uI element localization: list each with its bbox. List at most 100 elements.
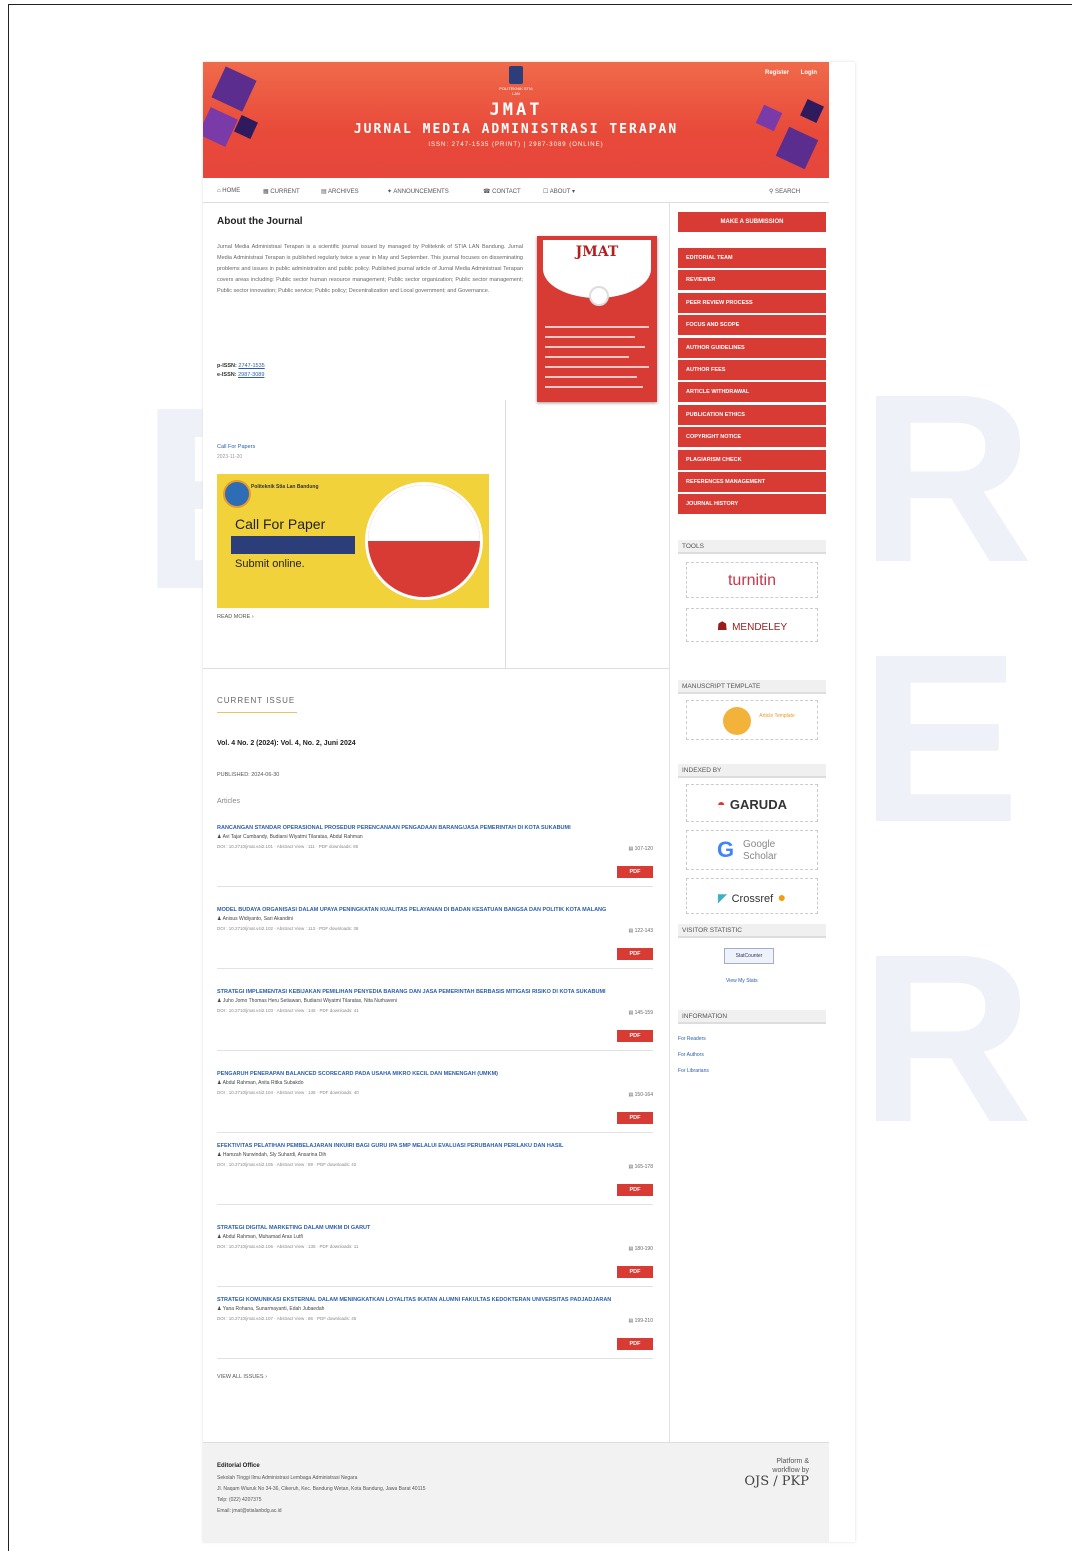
- footer-phone: Telp: (022) 4207375: [217, 1497, 262, 1503]
- sidebar-item-reviewer[interactable]: REVIEWER: [678, 270, 826, 291]
- issn-line: ISSN: 2747-1535 (PRINT) | 2987-3089 (ONL…: [428, 142, 604, 148]
- pdf-button[interactable]: PDF: [617, 948, 653, 960]
- pdf-button[interactable]: PDF: [617, 1030, 653, 1042]
- cover-line: [545, 386, 643, 388]
- turnitin-logo: turnitin: [727, 572, 777, 589]
- politeknik-logo: [223, 480, 251, 508]
- turnitin-badge[interactable]: turnitin: [686, 562, 818, 598]
- article-title[interactable]: PENGARUH PENERAPAN BALANCED SCORECARD PA…: [217, 1070, 653, 1078]
- article-authors: ♟ Abdul Rahman, Anita Ritka Subakdo: [217, 1080, 304, 1086]
- garuda-badge[interactable]: ◓ GARUDA: [686, 784, 818, 822]
- article-title[interactable]: STRATEGI IMPLEMENTASI KEBIJAKAN PEMILIHA…: [217, 988, 653, 996]
- view-stats-link[interactable]: View My Stats: [726, 978, 758, 984]
- article-authors: ♟ Hamzah Nurwindah, Sly Suhardi, Ansarin…: [217, 1152, 327, 1158]
- cover-title: JMAT: [575, 244, 619, 260]
- for-authors-link[interactable]: For Authors: [678, 1052, 704, 1058]
- pdf-button[interactable]: PDF: [617, 1184, 653, 1196]
- cover-line: [545, 376, 637, 378]
- sidebar-item-history[interactable]: JOURNAL HISTORY: [678, 494, 826, 515]
- heading-underline: [217, 712, 297, 713]
- current-issue-heading: CURRENT ISSUE: [217, 696, 296, 705]
- information-heading: INFORMATION: [678, 1010, 826, 1024]
- garuda-logo: GARUDA: [729, 797, 787, 812]
- platform-text: Platform &: [776, 1458, 809, 1465]
- announcement-date: 2023-11-20: [217, 454, 243, 460]
- pissn-label: p-ISSN:: [217, 363, 237, 369]
- article-title[interactable]: STRATEGI KOMUNIKASI EKSTERNAL DALAM MENI…: [217, 1296, 653, 1304]
- for-librarians-link[interactable]: For Librarians: [678, 1068, 709, 1074]
- footer-address-line: Jl. Naqam Wiuruk No 34-36, Cikeruh, Kec.…: [217, 1486, 426, 1492]
- article-pages: ▤ 107-120: [628, 846, 653, 852]
- sidebar-item-publication-ethics[interactable]: PUBLICATION ETHICS: [678, 404, 826, 425]
- article-meta: DOI : 10.2710/jmat.v4i2.104 · Abstract V…: [217, 1090, 359, 1095]
- make-submission-button[interactable]: MAKE A SUBMISSION: [678, 212, 826, 232]
- article-title[interactable]: MODEL BUDAYA ORGANISASI DALAM UPAYA PENI…: [217, 906, 653, 914]
- about-heading: About the Journal: [217, 216, 303, 227]
- column-divider: [505, 400, 506, 668]
- image-cover-circle: [365, 482, 483, 600]
- garuda-icon: ◓: [717, 796, 726, 812]
- nav-home[interactable]: ⌂ HOME: [217, 188, 240, 194]
- article-item: PENGARUH PENERAPAN BALANCED SCORECARD PA…: [217, 1070, 653, 1140]
- nav-current[interactable]: ▦ CURRENT: [263, 188, 300, 195]
- pdf-button[interactable]: PDF: [617, 866, 653, 878]
- sidebar-item-author-fees[interactable]: AUTHOR FEES: [678, 359, 826, 380]
- crossref-badge[interactable]: ◤ Crossref ●: [686, 878, 818, 914]
- nav-archives[interactable]: ▤ ARCHIVES: [321, 188, 359, 195]
- template-badge[interactable]: Article Template: [686, 700, 818, 740]
- sidebar-item-plagiarism[interactable]: PLAGIARISM CHECK: [678, 449, 826, 470]
- section-divider: [203, 668, 669, 669]
- article-pages: ▤ 199-210: [628, 1318, 653, 1324]
- nav-contact[interactable]: ☎ CONTACT: [483, 188, 521, 195]
- user-links: Register Login: [755, 70, 817, 76]
- pdf-button[interactable]: PDF: [617, 1266, 653, 1278]
- sidebar-item-copyright[interactable]: COPYRIGHT NOTICE: [678, 427, 826, 448]
- register-link[interactable]: Register: [765, 70, 789, 76]
- read-more-link[interactable]: READ MORE ›: [217, 614, 254, 620]
- article-meta: DOI : 10.2710/jmat.v4i2.101 · Abstract V…: [217, 844, 359, 849]
- issn-info: p-ISSN: 2747-1535 e-ISSN: 2987-3089: [217, 362, 265, 380]
- mendeley-badge[interactable]: ☗ MENDELEY: [686, 608, 818, 642]
- statcounter-badge[interactable]: StatCounter: [724, 948, 774, 964]
- sidebar-item-references[interactable]: REFERENCES MANAGEMENT: [678, 471, 826, 492]
- nav-about[interactable]: ☐ ABOUT ▾: [543, 188, 575, 195]
- article-title[interactable]: EFEKTIVITAS PELATIHAN PEMBELAJARAN INKUI…: [217, 1142, 653, 1150]
- sidebar: MAKE A SUBMISSION EDITORIAL TEAM REVIEWE…: [669, 202, 830, 1442]
- mendeley-logo: MENDELEY: [732, 622, 788, 633]
- image-org: Politeknik Stia Lan Bandung: [251, 484, 319, 490]
- article-pages: ▤ 145-159: [628, 1010, 653, 1016]
- image-heading: Call For Paper: [235, 516, 326, 532]
- nav-search[interactable]: ⚲ SEARCH: [769, 188, 800, 195]
- pdf-button[interactable]: PDF: [617, 1338, 653, 1350]
- eissn-link[interactable]: 2987-3089: [238, 372, 264, 378]
- cover-line: [545, 356, 629, 358]
- login-link[interactable]: Login: [801, 70, 817, 76]
- sidebar-item-article-withdrawal[interactable]: ARTICLE WITHDRAWAL: [678, 382, 826, 403]
- article-title[interactable]: RANCANGAN STANDAR OPERASIONAL PROSEDUR P…: [217, 824, 653, 832]
- article-separator: [217, 1358, 653, 1359]
- sidebar-menu: EDITORIAL TEAM REVIEWER PEER REVIEW PROC…: [678, 248, 826, 517]
- ojs-pkp-badge[interactable]: Platform & workflow by OJS / PKP: [744, 1457, 809, 1488]
- announcement-title[interactable]: Call For Papers: [217, 444, 255, 450]
- article-title[interactable]: STRATEGI DIGITAL MARKETING DALAM UMKM DI…: [217, 1224, 653, 1232]
- call-for-paper-image[interactable]: Politeknik Stia Lan Bandung Call For Pap…: [217, 474, 489, 608]
- for-readers-link[interactable]: For Readers: [678, 1036, 706, 1042]
- article-authors: ♟ Abdul Rahman, Muhamad Aras Lutfi: [217, 1234, 303, 1240]
- sidebar-item-author-guidelines[interactable]: AUTHOR GUIDELINES: [678, 337, 826, 358]
- article-separator: [217, 1050, 653, 1051]
- google-scholar-icon: G: [717, 837, 735, 862]
- template-heading: MANUSCRIPT TEMPLATE: [678, 680, 826, 694]
- sidebar-item-editorial-team[interactable]: EDITORIAL TEAM: [678, 248, 826, 268]
- article-item: STRATEGI IMPLEMENTASI KEBIJAKAN PEMILIHA…: [217, 988, 653, 1058]
- view-all-issues-link[interactable]: VIEW ALL ISSUES ›: [217, 1374, 267, 1380]
- pissn-link[interactable]: 2747-1535: [238, 363, 264, 369]
- sidebar-item-peer-review[interactable]: PEER REVIEW PROCESS: [678, 292, 826, 313]
- nav-announcements[interactable]: ✦ ANNOUNCEMENTS: [387, 188, 449, 195]
- sidebar-item-focus-scope[interactable]: FOCUS AND SCOPE: [678, 315, 826, 336]
- google-label: Google: [743, 839, 776, 850]
- pdf-button[interactable]: PDF: [617, 1112, 653, 1124]
- image-banner-box: [231, 536, 355, 554]
- cover-line: [545, 326, 649, 328]
- google-scholar-badge[interactable]: G Google Scholar: [686, 830, 818, 870]
- cover-line: [545, 336, 635, 338]
